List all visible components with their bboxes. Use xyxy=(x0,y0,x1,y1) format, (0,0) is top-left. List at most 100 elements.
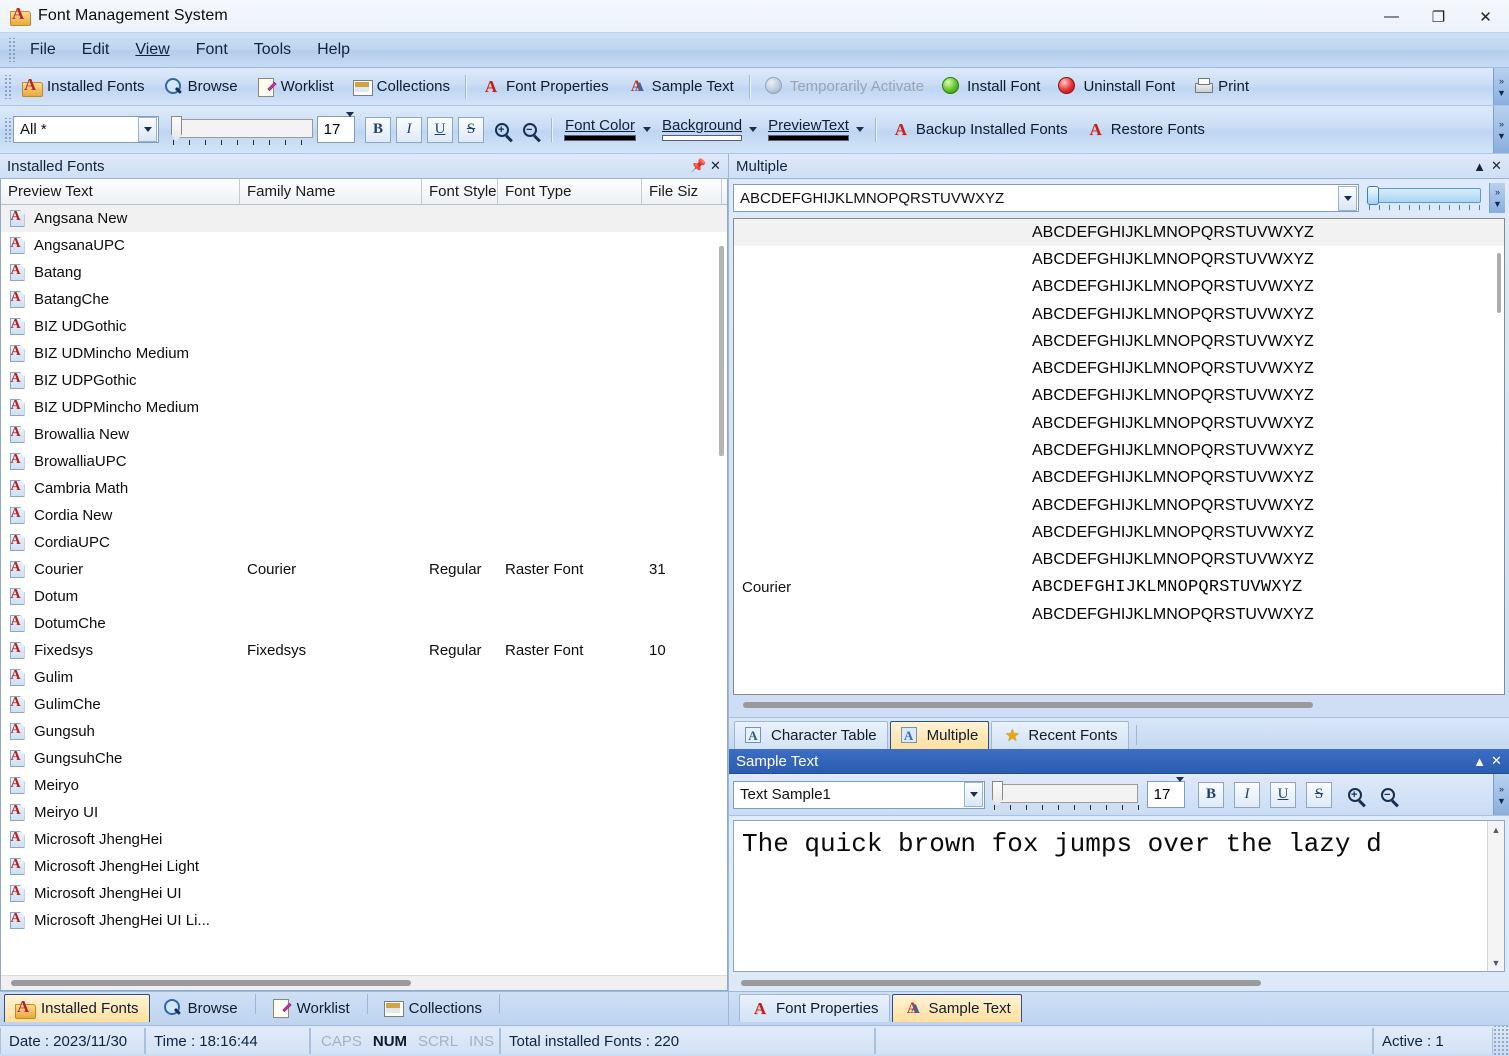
zoom-out-icon[interactable]: − xyxy=(517,117,543,143)
multiple-sample-combo[interactable]: ABCDEFGHIJKLMNOPQRSTUVWXYZ xyxy=(733,184,1359,212)
toolbar-uninstall-font[interactable]: Uninstall Font xyxy=(1050,73,1183,101)
bottom-tab-installed-fonts[interactable]: Installed Fonts xyxy=(4,994,150,1022)
bold-button[interactable]: B xyxy=(365,116,391,143)
font-color-button[interactable]: Font Color xyxy=(564,118,636,141)
sample-text-editor[interactable]: The quick brown fox jumps over the lazy … xyxy=(733,820,1505,972)
column-family-name[interactable]: Family Name xyxy=(240,179,422,204)
menu-grip[interactable] xyxy=(7,38,15,62)
toolbar-installed-fonts[interactable]: Installed Fonts xyxy=(14,73,153,101)
menu-edit[interactable]: Edit xyxy=(69,37,123,63)
table-row[interactable]: Angsana New xyxy=(1,205,727,232)
bottom-tab-worklist[interactable]: Worklist xyxy=(261,994,360,1022)
table-row[interactable]: GungsuhChe xyxy=(1,745,727,772)
table-row[interactable]: Dotum xyxy=(1,583,727,610)
resize-grip[interactable] xyxy=(1493,1026,1509,1056)
toolbar-sample-text[interactable]: A Sample Text xyxy=(619,73,742,101)
pin-icon[interactable]: 📌 xyxy=(690,157,707,176)
strikethrough-button[interactable]: S xyxy=(458,116,484,143)
sample-preset-combo[interactable]: Text Sample1 xyxy=(733,780,985,809)
table-row[interactable]: GulimChe xyxy=(1,691,727,718)
bottom-tab-font-properties[interactable]: A Font Properties xyxy=(739,994,890,1022)
close-button[interactable]: ✕ xyxy=(1462,0,1509,33)
column-font-type[interactable]: Font Type xyxy=(498,179,642,204)
table-row[interactable]: Microsoft JhengHei UI Li... xyxy=(1,907,727,934)
sample-bold-button[interactable]: B xyxy=(1198,781,1224,808)
multiple-row[interactable]: ABCDEFGHIJKLMNOPQRSTUVWXYZ xyxy=(734,328,1504,355)
toolbar-overflow-button[interactable]: » ▼ xyxy=(1493,68,1509,105)
tab-character-table[interactable]: A Character Table xyxy=(734,721,888,749)
table-row[interactable]: Meiryo xyxy=(1,772,727,799)
toolbar-install-font[interactable]: Install Font xyxy=(934,73,1048,101)
sample-vertical-scrollbar[interactable]: ▲ ▼ xyxy=(1487,821,1504,971)
sample-toolbar-overflow-button[interactable]: » ▼ xyxy=(1493,774,1509,815)
table-row[interactable]: BIZ UDPMincho Medium xyxy=(1,394,727,421)
multiple-row[interactable]: ABCDEFGHIJKLMNOPQRSTUVWXYZ xyxy=(734,437,1504,464)
sample-horizontal-scrollbar[interactable] xyxy=(733,975,1505,991)
sample-size-chevron-down-icon[interactable] xyxy=(1176,777,1184,807)
underline-button[interactable]: U xyxy=(427,116,453,143)
table-row[interactable]: BatangChe xyxy=(1,286,727,313)
table-row[interactable]: Gulim xyxy=(1,664,727,691)
zoom-in-icon[interactable]: + xyxy=(489,117,515,143)
sample-italic-button[interactable]: I xyxy=(1234,781,1260,808)
bottom-tab-sample-text[interactable]: A Sample Text xyxy=(891,994,1022,1022)
table-row[interactable]: Meiryo UI xyxy=(1,799,727,826)
table-row[interactable]: Microsoft JhengHei UI xyxy=(1,880,727,907)
multiple-row[interactable]: ABCDEFGHIJKLMNOPQRSTUVWXYZ xyxy=(734,383,1504,410)
slider-thumb[interactable] xyxy=(171,115,182,142)
bottom-tab-browse[interactable]: Browse xyxy=(152,994,248,1022)
sample-size-slider[interactable] xyxy=(990,780,1142,810)
size-chevron-down-icon[interactable] xyxy=(346,112,354,142)
tab-multiple[interactable]: A Multiple xyxy=(889,721,990,749)
toolbar-print[interactable]: Print xyxy=(1185,73,1257,101)
sample-size-combo[interactable]: 17 xyxy=(1147,777,1185,808)
installed-fonts-close-icon[interactable]: ✕ xyxy=(707,157,724,176)
format-toolbar-grip[interactable] xyxy=(3,117,11,142)
multiple-row[interactable]: ABCDEFGHIJKLMNOPQRSTUVWXYZ xyxy=(734,410,1504,437)
chevron-down-icon[interactable] xyxy=(138,117,157,142)
table-row[interactable]: Cordia New xyxy=(1,502,727,529)
menu-file[interactable]: File xyxy=(17,37,69,63)
font-filter-combo[interactable]: All * xyxy=(13,116,159,143)
background-color-button[interactable]: Background xyxy=(662,118,743,141)
multiple-row[interactable]: Courier ABCDEFGHIJKLMNOPQRSTUVWXYZ xyxy=(734,574,1504,601)
multiple-horizontal-scroll-thumb[interactable] xyxy=(743,702,1313,708)
backup-installed-fonts-button[interactable]: A Backup Installed Fonts xyxy=(883,116,1076,144)
multiple-row[interactable]: ABCDEFGHIJKLMNOPQRSTUVWXYZ xyxy=(734,219,1504,247)
multiple-row[interactable]: ABCDEFGHIJKLMNOPQRSTUVWXYZ xyxy=(734,519,1504,546)
table-row[interactable]: Microsoft JhengHei xyxy=(1,826,727,853)
table-row[interactable]: BrowalliaUPC xyxy=(1,448,727,475)
toolbar-worklist[interactable]: Worklist xyxy=(248,73,342,101)
multiple-vertical-scroll-thumb[interactable] xyxy=(1497,253,1501,313)
menu-tools[interactable]: Tools xyxy=(241,37,304,63)
multiple-row[interactable]: ABCDEFGHIJKLMNOPQRSTUVWXYZ xyxy=(734,355,1504,382)
table-row[interactable]: DotumChe xyxy=(1,610,727,637)
sample-text-content[interactable]: The quick brown fox jumps over the lazy … xyxy=(734,821,1504,859)
multiple-row[interactable]: ABCDEFGHIJKLMNOPQRSTUVWXYZ xyxy=(734,465,1504,492)
multiple-collapse-icon[interactable]: ▲ xyxy=(1471,157,1488,176)
font-color-chevron-down-icon[interactable] xyxy=(638,127,656,132)
italic-button[interactable]: I xyxy=(396,116,422,143)
sample-zoom-in-icon[interactable]: + xyxy=(1342,782,1368,808)
table-row[interactable]: AngsanaUPC xyxy=(1,232,727,259)
toolbar-browse[interactable]: Browse xyxy=(155,73,246,101)
bottom-tab-collections[interactable]: Collections xyxy=(373,994,492,1022)
multiple-row[interactable]: ABCDEFGHIJKLMNOPQRSTUVWXYZ xyxy=(734,547,1504,574)
multiple-size-slider[interactable] xyxy=(1365,185,1483,211)
table-row[interactable]: BIZ UDMincho Medium xyxy=(1,340,727,367)
sample-collapse-icon[interactable]: ▲ xyxy=(1471,752,1488,771)
menu-view[interactable]: View xyxy=(122,37,182,63)
multiple-preview-list[interactable]: ABCDEFGHIJKLMNOPQRSTUVWXYZ ABCDEFGHIJKLMN… xyxy=(733,218,1505,695)
column-preview-text[interactable]: Preview Text xyxy=(1,179,240,204)
font-size-combo[interactable]: 17 xyxy=(317,112,355,143)
preview-text-color-button[interactable]: PreviewText xyxy=(768,118,849,141)
sample-chevron-down-icon[interactable] xyxy=(964,782,983,807)
multiple-slider-thumb[interactable] xyxy=(1367,186,1379,205)
font-size-slider[interactable] xyxy=(169,115,317,145)
table-row[interactable]: Browallia New xyxy=(1,421,727,448)
multiple-toolbar-overflow-button[interactable]: » ▼ xyxy=(1489,183,1505,213)
vertical-scroll-thumb[interactable] xyxy=(719,246,724,456)
table-row[interactable]: BIZ UDPGothic xyxy=(1,367,727,394)
toolbar-collections[interactable]: Collections xyxy=(344,73,458,101)
table-row[interactable]: Courier Courier Regular Raster Font 31 xyxy=(1,556,727,583)
